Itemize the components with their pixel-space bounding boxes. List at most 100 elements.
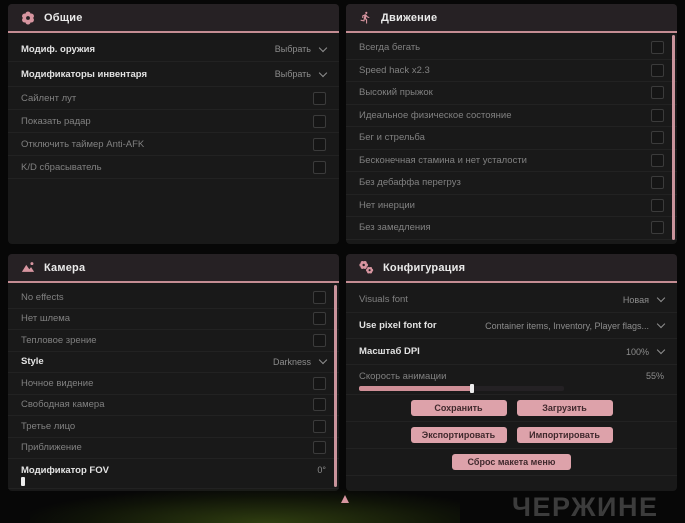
setting-label: Показать радар xyxy=(21,115,91,127)
visuals-font-dropdown[interactable]: Новая xyxy=(622,293,666,305)
panel-general: Общие Модиф. оружия Выбрать Модификаторы… xyxy=(8,4,339,244)
runner-icon xyxy=(359,11,372,24)
dropdown-value: Выбрать xyxy=(274,69,311,79)
setting-label: Ночное видение xyxy=(21,377,94,389)
dpi-scale-dropdown[interactable]: 100% xyxy=(626,345,666,357)
row-anti-afk: Отключить таймер Anti-AFK xyxy=(8,133,339,156)
dropdown-value: Container items, Inventory, Player flags… xyxy=(485,320,649,331)
pixel-font-dropdown[interactable]: Container items, Inventory, Player flags… xyxy=(485,319,666,331)
setting-label: Speed hack x2.3 xyxy=(359,64,430,76)
row-animation-speed: Скорость анимации 55% xyxy=(346,365,677,395)
setting-label: Идеальное физическое состояние xyxy=(359,109,512,121)
setting-label: K/D сбрасыватель xyxy=(21,161,102,173)
export-button[interactable]: Экспортировать xyxy=(410,427,507,443)
reset-layout-button[interactable]: Сброс макета меню xyxy=(451,454,572,470)
setting-label: Use pixel font for xyxy=(359,320,437,331)
animation-speed-slider-thumb[interactable] xyxy=(469,384,474,393)
setting-label: Третье лицо xyxy=(21,420,76,432)
fov-value: 0° xyxy=(317,465,326,475)
night-vision-checkbox[interactable] xyxy=(313,376,326,390)
row-run-and-shoot: Бег и стрельба xyxy=(346,127,677,150)
panel-movement-header: Движение xyxy=(346,4,677,33)
third-person-checkbox[interactable] xyxy=(313,419,326,433)
fov-slider[interactable] xyxy=(21,477,321,486)
show-radar-checkbox[interactable] xyxy=(313,114,326,128)
high-jump-checkbox[interactable] xyxy=(651,86,664,100)
background-glow xyxy=(30,489,460,523)
kd-reset-checkbox[interactable] xyxy=(313,160,326,174)
inventory-mods-dropdown[interactable]: Выбрать xyxy=(274,68,328,79)
button-row-export-import: Экспортировать Импортировать xyxy=(346,422,677,449)
gears-icon xyxy=(359,260,374,275)
setting-label: Нет инерции xyxy=(359,199,415,211)
no-helmet-checkbox[interactable] xyxy=(313,312,326,326)
always-run-checkbox[interactable] xyxy=(651,41,664,55)
perfect-condition-checkbox[interactable] xyxy=(651,108,664,122)
setting-label: Скорость анимации xyxy=(359,370,447,382)
fov-label-line: Модификатор FOV 0° xyxy=(21,462,326,478)
save-button[interactable]: Сохранить xyxy=(410,400,507,416)
setting-label: Приближение xyxy=(21,442,82,454)
row-weapon-mod: Модиф. оружия Выбрать xyxy=(8,37,339,62)
row-free-camera: Свободная камера xyxy=(8,395,339,416)
zoom-checkbox[interactable] xyxy=(313,441,326,455)
row-always-run: Всегда бегать xyxy=(346,37,677,60)
weapon-mod-dropdown[interactable]: Выбрать xyxy=(274,43,328,54)
row-style: Style Darkness xyxy=(8,352,339,373)
speed-hack-checkbox[interactable] xyxy=(651,63,664,77)
animation-speed-slider[interactable] xyxy=(359,384,564,393)
setting-label: Сайлент лут xyxy=(21,92,77,104)
setting-label: Без дебаффа перегруз xyxy=(359,177,461,189)
row-show-radar: Показать радар xyxy=(8,110,339,133)
silent-loot-checkbox[interactable] xyxy=(313,91,326,105)
setting-label: Без замедления xyxy=(359,222,431,234)
dropdown-value: Новая xyxy=(622,294,649,305)
row-night-vision: Ночное видение xyxy=(8,373,339,395)
no-inertia-checkbox[interactable] xyxy=(651,198,664,212)
chevron-down-icon xyxy=(318,68,328,77)
import-button[interactable]: Импортировать xyxy=(516,427,613,443)
panel-camera: Камера No effects Нет шлема Тепловое зре… xyxy=(8,254,339,491)
no-overload-debuff-checkbox[interactable] xyxy=(651,176,664,190)
anti-afk-checkbox[interactable] xyxy=(313,137,326,151)
run-and-shoot-checkbox[interactable] xyxy=(651,131,664,145)
row-speed-hack: Speed hack x2.3 xyxy=(346,60,677,82)
panel-general-header: Общие xyxy=(8,4,339,33)
camera-scrollbar[interactable] xyxy=(334,285,337,487)
style-dropdown[interactable]: Darkness xyxy=(273,356,328,367)
cursor-pointer xyxy=(341,495,349,503)
row-high-jump: Высокий прыжок xyxy=(346,82,677,105)
row-thermal-vision: Тепловое зрение xyxy=(8,330,339,352)
dropdown-value: Выбрать xyxy=(274,44,311,54)
chevron-down-icon xyxy=(656,319,666,329)
panel-movement-rows: Всегда бегать Speed hack x2.3 Высокий пр… xyxy=(346,33,677,240)
watermark-text: ЧЕРЖИНЕ xyxy=(512,492,659,522)
row-no-overload-debuff: Без дебаффа перегруз xyxy=(346,172,677,195)
button-row-reset: Сброс макета меню xyxy=(346,449,677,476)
setting-label: Высокий прыжок xyxy=(359,87,433,99)
row-kd-reset: K/D сбрасыватель xyxy=(8,156,339,179)
panel-title: Движение xyxy=(381,11,438,24)
panel-title: Конфигурация xyxy=(383,261,466,274)
row-no-helmet: Нет шлема xyxy=(8,309,339,330)
no-slowdown-checkbox[interactable] xyxy=(651,221,664,235)
load-button[interactable]: Загрузить xyxy=(516,400,613,416)
setting-label: Свободная камера xyxy=(21,399,105,411)
panel-movement: Движение Всегда бегать Speed hack x2.3 В… xyxy=(346,4,677,244)
setting-label: Тепловое зрение xyxy=(21,334,97,346)
setting-label: Модификаторы инвентаря xyxy=(21,68,148,80)
row-zoom: Приближение xyxy=(8,438,339,459)
fov-slider-thumb[interactable] xyxy=(21,477,25,486)
no-effects-checkbox[interactable] xyxy=(313,290,326,304)
infinite-stamina-checkbox[interactable] xyxy=(651,153,664,167)
setting-label: Visuals font xyxy=(359,294,408,305)
row-third-person: Третье лицо xyxy=(8,416,339,438)
row-silent-loot: Сайлент лут xyxy=(8,87,339,110)
image-icon xyxy=(21,261,35,274)
row-fov-modifier: Модификатор FOV 0° xyxy=(8,459,339,489)
free-camera-checkbox[interactable] xyxy=(313,398,326,412)
movement-scrollbar[interactable] xyxy=(672,35,675,240)
thermal-vision-checkbox[interactable] xyxy=(313,333,326,347)
button-row-save-load: Сохранить Загрузить xyxy=(346,395,677,422)
chevron-down-icon xyxy=(318,43,328,52)
